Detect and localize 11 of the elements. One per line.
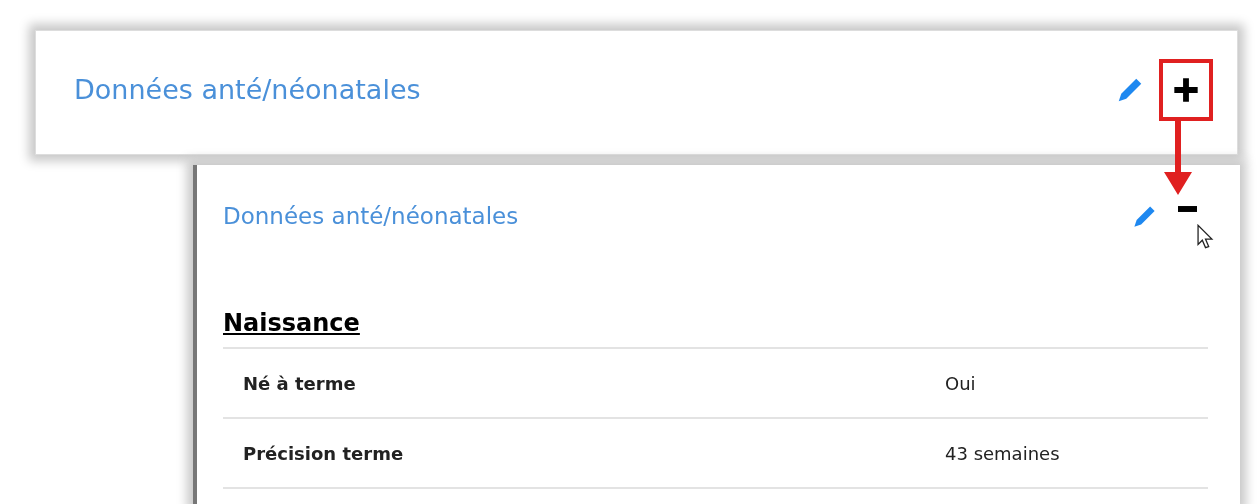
plus-icon bbox=[1172, 75, 1200, 104]
field-label: Né à terme bbox=[242, 372, 357, 394]
section-heading: Naissance bbox=[223, 305, 1208, 349]
panel-title: Données anté/néonatales bbox=[74, 74, 421, 105]
field-label: Précision terme bbox=[242, 442, 405, 464]
cursor-icon bbox=[1197, 224, 1214, 250]
minus-icon bbox=[1177, 206, 1197, 212]
field-value: Oui bbox=[945, 372, 976, 394]
field-value: 43 semaines bbox=[945, 442, 1060, 464]
panel-title: Données anté/néonatales bbox=[223, 203, 519, 229]
toggle-button[interactable] bbox=[1159, 58, 1213, 121]
